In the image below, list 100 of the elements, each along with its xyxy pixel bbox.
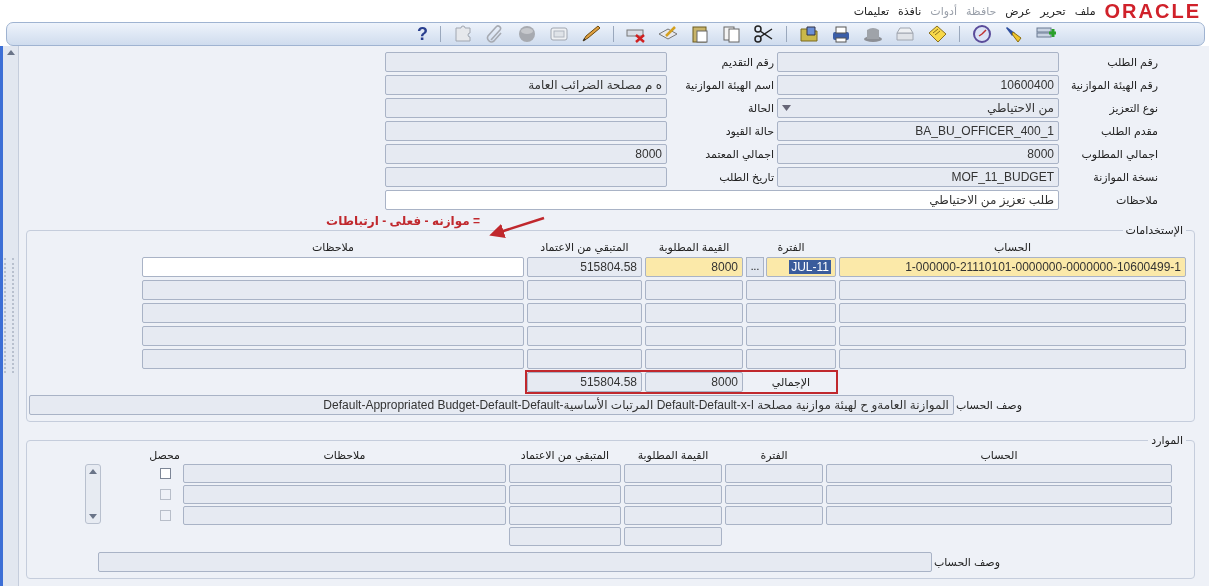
table-cell[interactable] [746,280,836,300]
scissors-icon[interactable] [754,24,774,44]
text-field[interactable]: BA_BU_OFFICER_400_1 [777,121,1059,141]
column-header: الفترة [759,449,789,462]
table-cell[interactable] [645,326,743,346]
section-title: الإستخدامات [1122,223,1186,237]
copy-icon[interactable] [722,24,742,44]
tray-icon[interactable] [895,24,915,44]
period-field[interactable]: JUL-11 [766,257,836,277]
menu-item[interactable]: ملف [1074,2,1096,20]
text-field[interactable] [385,52,667,72]
table-cell[interactable]: 515804.58 [527,257,642,277]
clock-icon[interactable] [972,24,992,44]
field-label: رقم الطلب [1106,55,1158,71]
printer-icon[interactable] [831,24,851,44]
table-cell[interactable] [142,326,524,346]
table-cell[interactable] [746,349,836,369]
field-label: اجمالي المطلوب [1080,147,1158,163]
table-cell[interactable] [826,485,1172,504]
notes-field[interactable]: طلب تعزيز من الاحتياطي [385,190,1059,210]
text-field[interactable]: 8000 [777,144,1059,164]
table-cell[interactable] [839,303,1186,323]
table-cell[interactable] [839,280,1186,300]
table-cell[interactable] [826,506,1172,525]
table-cell[interactable] [624,464,722,483]
table-cell[interactable] [725,485,823,504]
table-cell[interactable] [183,464,506,483]
table-cell[interactable] [142,303,524,323]
table-cell[interactable] [746,303,836,323]
grip-handle[interactable] [4,258,14,373]
text-field[interactable]: MOF_11_BUDGET [777,167,1059,187]
table-cell[interactable] [142,349,524,369]
pencil-icon[interactable] [581,24,601,44]
vertical-scrollbar[interactable] [3,46,19,586]
puzzle-icon[interactable] [453,24,473,44]
scroll-down-icon[interactable] [88,513,98,520]
menu-item[interactable]: نافذة [898,2,922,20]
table-cell[interactable] [509,485,621,504]
table-cell[interactable] [645,303,743,323]
caret-icon [782,105,791,111]
table-cell[interactable] [725,464,823,483]
notepad-icon[interactable] [927,24,947,44]
table-cell[interactable] [509,506,621,525]
paperclip-icon[interactable] [485,24,505,44]
checkbox[interactable] [159,468,171,479]
column-header: ملاحظات [311,241,355,254]
paste-icon[interactable] [690,24,710,44]
column-header: الفترة [776,241,806,254]
description-field[interactable]: الموازنة العامةو ح لهيئة موازنية مصلحة ا-Default-Default-x المرتبات الأساسية-Default-Appropriated Budget-Default-Default [29,395,954,415]
table-cell[interactable] [645,280,743,300]
lov-button[interactable]: ... [746,257,764,277]
column-header: القيمة المطلوبة [657,241,731,254]
table-cell[interactable] [527,303,642,323]
menu-item[interactable]: تعليمات [853,2,890,20]
total-field[interactable] [624,527,722,546]
notes-field[interactable] [142,257,524,277]
text-field[interactable]: ه م مصلحة الضرائب العامة [385,75,667,95]
oracle-logo: ORACLE [1104,0,1201,22]
column-header: القيمة المطلوبة [636,449,710,462]
scroll-up-icon[interactable] [88,468,98,475]
table-cell[interactable] [183,485,506,504]
text-field[interactable] [385,121,667,141]
table-cell[interactable]: 1-000000-21110101-0000000-0000000-10600499-1 [839,257,1186,277]
field-label: رقم الهيئة الموازنية [1069,78,1158,94]
section-title: الموارد [1148,433,1186,447]
field-label: مقدم الطلب [1100,124,1158,140]
table-cell[interactable]: 8000 [645,257,743,277]
dropdown-field[interactable]: من الاحتياطي [777,98,1059,118]
table-cell[interactable] [527,349,642,369]
column-header: المتبقي من الاعتماد [519,449,611,462]
text-field[interactable]: 8000 [385,144,667,164]
table-cell[interactable] [839,326,1186,346]
text-field[interactable] [385,98,667,118]
total-field[interactable] [509,527,621,546]
table-cell[interactable] [746,326,836,346]
table-cell[interactable] [645,349,743,369]
window-icon[interactable] [549,24,569,44]
text-field[interactable] [385,167,667,187]
help-button[interactable]: ? [417,24,428,44]
text-field[interactable] [777,52,1059,72]
menu-item[interactable]: تحرير [1040,2,1066,20]
table-cell[interactable] [509,464,621,483]
table-cell[interactable] [826,464,1172,483]
menu-item[interactable]: عرض [1005,2,1032,20]
total-field[interactable]: 8000 [645,372,743,392]
table-cell[interactable] [527,280,642,300]
table-cell[interactable] [527,326,642,346]
table-cell[interactable] [725,506,823,525]
vertical-scrollbar[interactable] [85,464,101,524]
table-cell[interactable] [142,280,524,300]
table-cell[interactable] [624,506,722,525]
table-cell[interactable] [183,506,506,525]
table-cell[interactable] [839,349,1186,369]
table-cell[interactable] [624,485,722,504]
description-field[interactable] [97,552,932,572]
total-field[interactable]: 515804.58 [527,372,642,392]
flashlight-icon[interactable] [1004,24,1024,44]
folder-icon[interactable] [799,24,819,44]
circle-icon[interactable] [517,24,537,44]
text-field[interactable]: 10600400 [777,75,1059,95]
